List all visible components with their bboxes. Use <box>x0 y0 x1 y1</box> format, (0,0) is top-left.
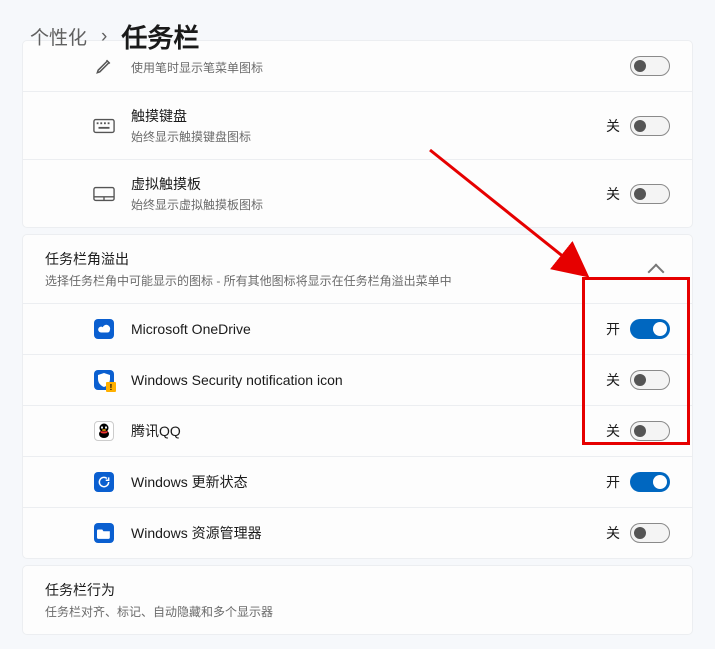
chevron-up-icon <box>648 264 665 281</box>
setting-title: 虚拟触摸板 <box>131 174 606 194</box>
chevron-right-icon: › <box>101 26 107 48</box>
toggle-state-label: 关 <box>606 421 620 441</box>
setting-row: 触摸键盘始终显示触摸键盘图标关 <box>23 91 692 159</box>
overflow-item-label: Windows 更新状态 <box>131 472 606 492</box>
overflow-section-title: 任务栏角溢出 <box>45 249 650 269</box>
explorer-icon <box>93 522 115 544</box>
overflow-section-header[interactable]: 任务栏角溢出 选择任务栏角中可能显示的图标 - 所有其他图标将显示在任务栏角溢出… <box>23 235 692 303</box>
toggle-state-label: 关 <box>606 184 620 204</box>
setting-sub: 使用笔时显示笔菜单图标 <box>131 59 630 76</box>
overflow-item-label: Windows 资源管理器 <box>131 523 606 543</box>
pen-toggle[interactable] <box>630 56 670 76</box>
overflow-item-label: 腾讯QQ <box>131 421 606 441</box>
overflow-item-label: Windows Security notification icon <box>131 372 606 388</box>
setting-title: 触摸键盘 <box>131 106 606 126</box>
keyboard-toggle[interactable] <box>630 116 670 136</box>
overflow-section-sub: 选择任务栏角中可能显示的图标 - 所有其他图标将显示在任务栏角溢出菜单中 <box>45 272 650 289</box>
qq-toggle[interactable] <box>630 421 670 441</box>
toggle-state-label: 开 <box>606 472 620 492</box>
behavior-section-title: 任务栏行为 <box>45 580 670 600</box>
setting-sub: 始终显示触摸键盘图标 <box>131 128 606 145</box>
behavior-section-sub: 任务栏对齐、标记、自动隐藏和多个显示器 <box>45 603 670 620</box>
overflow-item-row: Windows 更新状态开 <box>23 456 692 507</box>
update-icon <box>93 471 115 493</box>
behavior-section-header[interactable]: 任务栏行为 任务栏对齐、标记、自动隐藏和多个显示器 <box>23 566 692 634</box>
overflow-panel: 任务栏角溢出 选择任务栏角中可能显示的图标 - 所有其他图标将显示在任务栏角溢出… <box>22 234 693 559</box>
explorer-toggle[interactable] <box>630 523 670 543</box>
qq-icon <box>93 420 115 442</box>
security-icon: ! <box>93 369 115 391</box>
overflow-item-row: 腾讯QQ关 <box>23 405 692 456</box>
update-toggle[interactable] <box>630 472 670 492</box>
overflow-item-row: Microsoft OneDrive开 <box>23 303 692 354</box>
overflow-item-row: ! Windows Security notification icon关 <box>23 354 692 405</box>
pen-icon <box>93 55 115 77</box>
keyboard-icon <box>93 115 115 137</box>
touchpad-toggle[interactable] <box>630 184 670 204</box>
security-toggle[interactable] <box>630 370 670 390</box>
toggle-state-label: 关 <box>606 116 620 136</box>
toggle-state-label: 关 <box>606 523 620 543</box>
page-title: 任务栏 <box>121 18 199 55</box>
overflow-item-row: Windows 资源管理器关 <box>23 507 692 558</box>
touchpad-icon <box>93 183 115 205</box>
setting-row: 虚拟触摸板始终显示虚拟触摸板图标关 <box>23 159 692 227</box>
overflow-item-label: Microsoft OneDrive <box>131 321 606 337</box>
toggle-state-label: 关 <box>606 370 620 390</box>
breadcrumb-parent[interactable]: 个性化 <box>30 23 87 50</box>
onedrive-toggle[interactable] <box>630 319 670 339</box>
setting-sub: 始终显示虚拟触摸板图标 <box>131 196 606 213</box>
onedrive-icon <box>93 318 115 340</box>
behavior-panel: 任务栏行为 任务栏对齐、标记、自动隐藏和多个显示器 <box>22 565 693 635</box>
toggle-state-label: 开 <box>606 319 620 339</box>
corner-icons-panel: 使用笔时显示笔菜单图标触摸键盘始终显示触摸键盘图标关虚拟触摸板始终显示虚拟触摸板… <box>22 40 693 228</box>
